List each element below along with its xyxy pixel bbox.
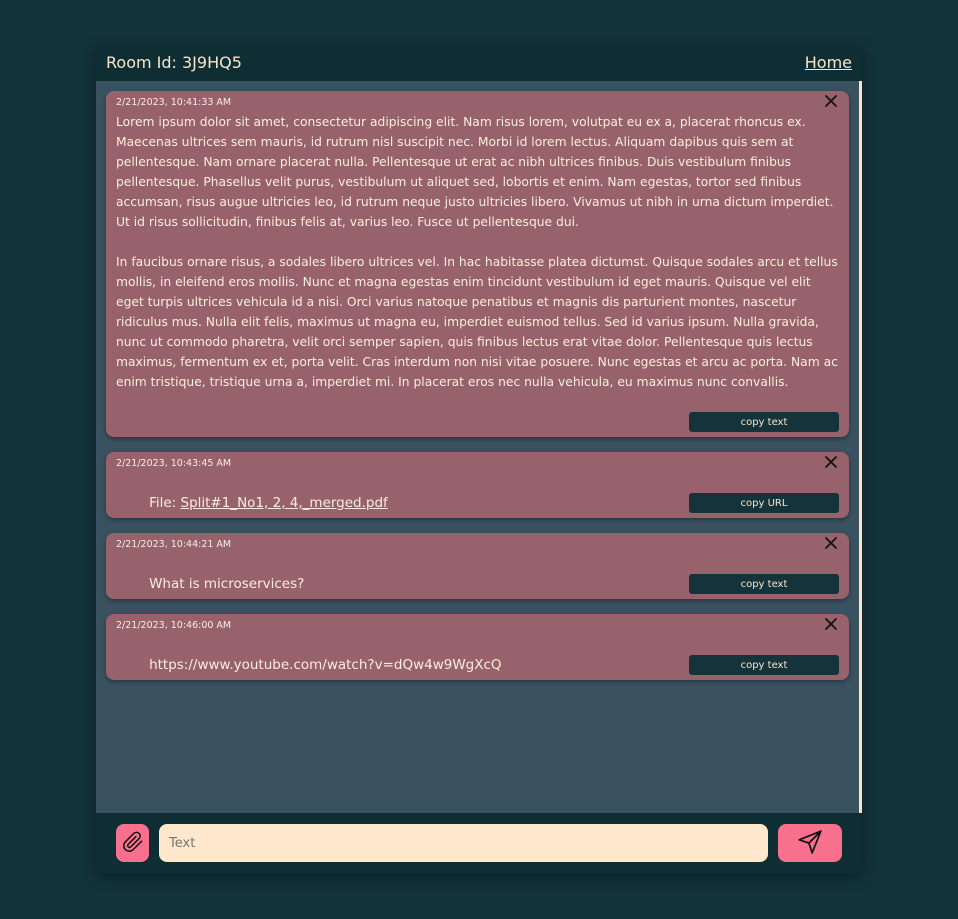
message-card: 2/21/2023, 10:43:45 AM File: Split#1_No1… [106, 452, 849, 518]
copy-text-button[interactable]: copy text [689, 574, 839, 594]
file-link[interactable]: Split#1_No1, 2, 4,_merged.pdf [181, 495, 388, 511]
message-timestamp: 2/21/2023, 10:41:33 AM [116, 97, 232, 108]
message-input[interactable] [159, 824, 768, 862]
room-window: Room Id: 3J9HQ5 Home 2/21/2023, 10:41:33… [96, 45, 862, 873]
file-label: File: [149, 495, 181, 511]
close-icon[interactable] [823, 616, 839, 632]
paper-plane-icon [797, 829, 823, 858]
close-icon[interactable] [823, 454, 839, 470]
message-text: What is microservices? [149, 576, 305, 592]
copy-url-button[interactable]: copy URL [689, 493, 839, 513]
message-text: Lorem ipsum dolor sit amet, consectetur … [116, 115, 838, 389]
message-text: https://www.youtube.com/watch?v=dQw4w9Wg… [149, 657, 502, 673]
room-header: Room Id: 3J9HQ5 Home [96, 45, 862, 81]
send-button[interactable] [778, 824, 842, 862]
copy-text-button[interactable]: copy text [689, 655, 839, 675]
message-timestamp: 2/21/2023, 10:43:45 AM [116, 458, 232, 469]
message-timestamp: 2/21/2023, 10:46:00 AM [116, 620, 232, 631]
home-link[interactable]: Home [805, 53, 852, 72]
message-card: 2/21/2023, 10:41:33 AM Lorem ipsum dolor… [106, 91, 849, 437]
composer-bar [96, 813, 862, 873]
close-icon[interactable] [823, 93, 839, 109]
message-card: 2/21/2023, 10:46:00 AM https://www.youtu… [106, 614, 849, 680]
copy-text-button[interactable]: copy text [689, 412, 839, 432]
message-list[interactable]: 2/21/2023, 10:41:33 AM Lorem ipsum dolor… [96, 81, 862, 813]
message-timestamp: 2/21/2023, 10:44:21 AM [116, 539, 232, 550]
paperclip-icon [122, 831, 144, 856]
room-id-title: Room Id: 3J9HQ5 [106, 53, 242, 72]
message-card: 2/21/2023, 10:44:21 AM What is microserv… [106, 533, 849, 599]
close-icon[interactable] [823, 535, 839, 551]
attach-file-button[interactable] [116, 824, 149, 862]
